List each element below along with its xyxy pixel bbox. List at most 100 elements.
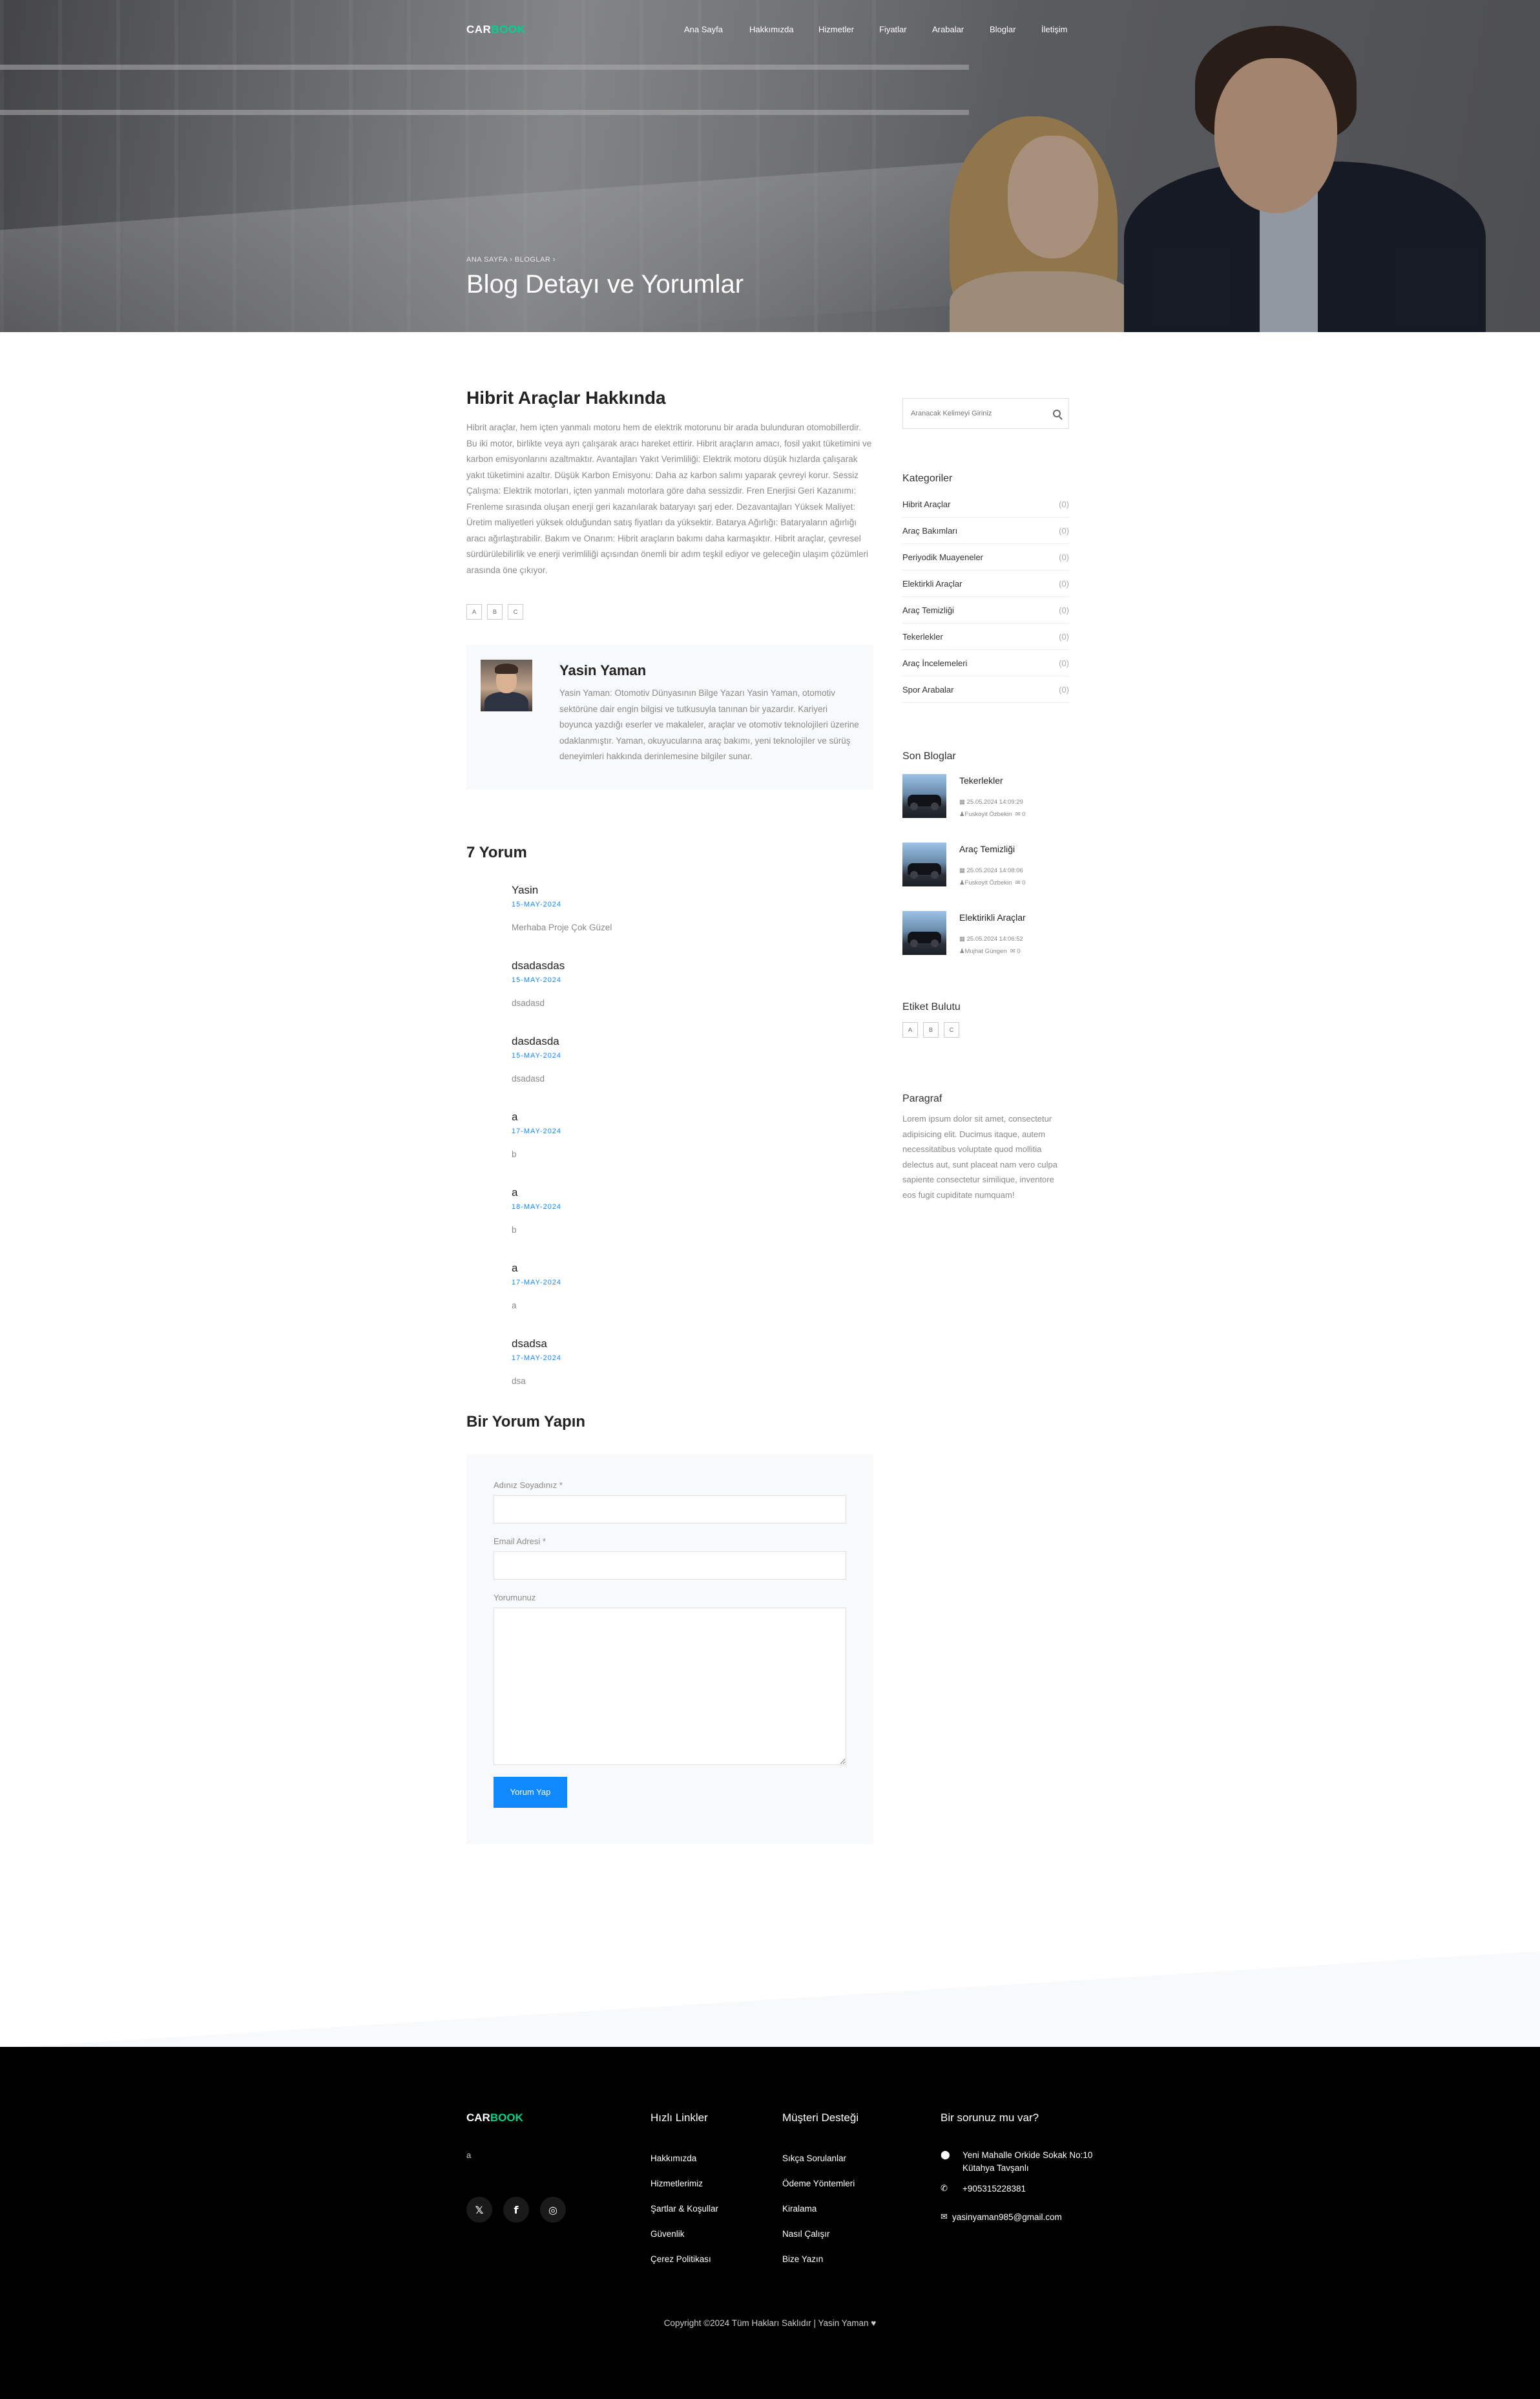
brand-logo[interactable]: CARBOOK bbox=[466, 23, 525, 36]
nav-item-services[interactable]: Hizmetler bbox=[818, 25, 854, 34]
recent-blog-info: Araç Temizliği ▦ 25.05.2024 14:08:06 ♟Fu… bbox=[959, 843, 1026, 892]
recent-blog-info: Tekerlekler ▦ 25.05.2024 14:09:29 ♟Fusko… bbox=[959, 774, 1026, 823]
nav-item-pricing[interactable]: Fiyatlar bbox=[879, 25, 907, 34]
category-label: Araç Bakımları bbox=[902, 525, 958, 536]
footer-phone[interactable]: +905315228381 bbox=[962, 2183, 1026, 2195]
email-field[interactable] bbox=[494, 1551, 846, 1580]
nav-item-blogs[interactable]: Bloglar bbox=[990, 25, 1015, 34]
name-field[interactable] bbox=[494, 1494, 846, 1524]
category-item[interactable]: Hibrit Araçlar (0) bbox=[902, 491, 1069, 518]
tag-cloud-item[interactable]: B bbox=[923, 1022, 939, 1038]
category-count: (0) bbox=[1059, 658, 1069, 668]
category-item[interactable]: Periyodik Muayeneler (0) bbox=[902, 544, 1069, 571]
hero-banner bbox=[0, 0, 1540, 332]
category-item[interactable]: Spor Arabalar (0) bbox=[902, 676, 1069, 703]
recent-blog-thumbnail[interactable] bbox=[902, 911, 946, 955]
footer-link-services[interactable]: Hizmetlerimiz bbox=[650, 2179, 703, 2188]
nav-item-about[interactable]: Hakkımızda bbox=[749, 25, 794, 34]
breadcrumb: ANA SAYFA › BLOGLAR › bbox=[466, 256, 556, 264]
category-label: Elektirkli Araçlar bbox=[902, 578, 962, 589]
footer-about-text: a bbox=[466, 2150, 472, 2160]
footer: CARBOOK a 𝕏 f ◎ Hızlı Linkler Hakkımızda… bbox=[0, 2047, 1540, 2399]
recent-blog-comments: 0 bbox=[1017, 948, 1021, 955]
recent-blog-meta: ♟Fuskoyit Özbekin ✉ 0 bbox=[959, 811, 1026, 818]
recent-blog-list: Tekerlekler ▦ 25.05.2024 14:09:29 ♟Fusko… bbox=[902, 774, 1069, 960]
post-tag[interactable]: B bbox=[487, 604, 503, 620]
recent-blog-thumbnail[interactable] bbox=[902, 774, 946, 818]
recent-blog-author: Mujhat Güngen bbox=[964, 948, 1007, 955]
copyright: Copyright ©2024 Tüm Hakları Saklıdır | Y… bbox=[663, 2318, 877, 2328]
recent-blog-date-text: 25.05.2024 14:08:06 bbox=[966, 867, 1023, 874]
recent-blog-author: Fuskoyit Özbekin bbox=[964, 811, 1012, 818]
calendar-icon: ▦ bbox=[959, 936, 967, 943]
comment-author: dsadasdas bbox=[512, 959, 565, 972]
footer-link-how-it-works[interactable]: Nasıl Çalışır bbox=[782, 2229, 830, 2239]
recent-blog-thumbnail[interactable] bbox=[902, 843, 946, 886]
comment-list: Yasin 15-MAY-2024 Merhaba Proje Çok Güze… bbox=[466, 884, 873, 1386]
twitter-icon[interactable]: 𝕏 bbox=[466, 2197, 492, 2223]
category-count: (0) bbox=[1059, 605, 1069, 615]
post-tag[interactable]: C bbox=[508, 604, 523, 620]
category-item[interactable]: Araç Temizliği (0) bbox=[902, 597, 1069, 623]
thumbnail-wheel bbox=[910, 871, 918, 879]
recent-blog-item[interactable]: Elektirikli Araçlar ▦ 25.05.2024 14:06:5… bbox=[902, 911, 1069, 960]
contact-title: Bir sorunuz mu var? bbox=[941, 2111, 1039, 2124]
comment-item: dsadsa 17-MAY-2024 dsa bbox=[512, 1337, 873, 1386]
support-title: Müşteri Desteği bbox=[782, 2111, 859, 2124]
hero-overlay bbox=[0, 0, 1540, 332]
category-item[interactable]: Elektirkli Araçlar (0) bbox=[902, 571, 1069, 597]
recent-blog-title[interactable]: Araç Temizliği bbox=[959, 844, 1026, 854]
nav-item-contact[interactable]: İletişim bbox=[1041, 25, 1067, 34]
comment-author: a bbox=[512, 1261, 518, 1274]
category-item[interactable]: Araç İncelemeleri (0) bbox=[902, 650, 1069, 676]
recent-blog-comments: 0 bbox=[1022, 879, 1026, 886]
category-label: Periyodik Muayeneler bbox=[902, 552, 984, 562]
submit-comment-button[interactable]: Yorum Yap bbox=[494, 1776, 567, 1808]
footer-link-cookies[interactable]: Çerez Politikası bbox=[650, 2254, 711, 2264]
tag-cloud-item[interactable]: C bbox=[944, 1022, 959, 1038]
footer-link-about[interactable]: Hakkımızda bbox=[650, 2153, 696, 2163]
categories-title: Kategoriler bbox=[902, 473, 953, 484]
recent-blog-info: Elektirikli Araçlar ▦ 25.05.2024 14:06:5… bbox=[959, 911, 1026, 960]
comment-field[interactable] bbox=[494, 1607, 846, 1765]
name-field-label: Adınız Soyadınız * bbox=[494, 1480, 563, 1490]
comment-item: a 17-MAY-2024 a bbox=[512, 1262, 873, 1310]
instagram-icon[interactable]: ◎ bbox=[540, 2197, 566, 2223]
footer-link-rental[interactable]: Kiralama bbox=[782, 2204, 817, 2214]
category-count: (0) bbox=[1059, 684, 1069, 695]
tag-cloud-item[interactable]: A bbox=[902, 1022, 918, 1038]
comment-text: dsa bbox=[512, 1376, 526, 1386]
recent-blog-item[interactable]: Araç Temizliği ▦ 25.05.2024 14:08:06 ♟Fu… bbox=[902, 843, 1069, 892]
comment-date: 15-MAY-2024 bbox=[512, 1051, 562, 1060]
category-list: Hibrit Araçlar (0) Araç Bakımları (0) Peri… bbox=[902, 491, 1069, 703]
footer-logo-part2: BOOK bbox=[490, 2111, 523, 2124]
nav-item-cars[interactable]: Arabalar bbox=[932, 25, 964, 34]
footer-link-faq[interactable]: Sıkça Sorulanlar bbox=[782, 2153, 846, 2163]
footer-link-terms[interactable]: Şartlar & Koşullar bbox=[650, 2204, 718, 2214]
footer-link-payment[interactable]: Ödeme Yöntemleri bbox=[782, 2179, 855, 2188]
category-item[interactable]: Araç Bakımları (0) bbox=[902, 518, 1069, 544]
comment-item: a 17-MAY-2024 b bbox=[512, 1111, 873, 1159]
recent-blog-title[interactable]: Tekerlekler bbox=[959, 775, 1026, 786]
comment-date: 18-MAY-2024 bbox=[512, 1202, 562, 1211]
post-tag[interactable]: A bbox=[466, 604, 482, 620]
search-icon[interactable] bbox=[1053, 410, 1061, 417]
comment-item: a 18-MAY-2024 b bbox=[512, 1186, 873, 1235]
recent-blog-title[interactable]: Elektirikli Araçlar bbox=[959, 912, 1026, 923]
footer-email[interactable]: yasinyaman985@gmail.com bbox=[952, 2211, 1062, 2224]
recent-blog-item[interactable]: Tekerlekler ▦ 25.05.2024 14:09:29 ♟Fusko… bbox=[902, 774, 1069, 823]
footer-link-security[interactable]: Güvenlik bbox=[650, 2229, 685, 2239]
footer-logo-part1: CAR bbox=[466, 2111, 490, 2124]
nav-item-home[interactable]: Ana Sayfa bbox=[684, 25, 723, 34]
search-input[interactable] bbox=[911, 410, 1040, 417]
recent-blog-date: ▦ 25.05.2024 14:06:52 bbox=[959, 936, 1026, 943]
post-body: Hibrit araçlar, hem içten yanmalı motoru… bbox=[466, 423, 872, 575]
recent-blog-date: ▦ 25.05.2024 14:08:06 bbox=[959, 867, 1026, 874]
footer-logo[interactable]: CARBOOK bbox=[466, 2111, 523, 2124]
comment-text: dsadasd bbox=[512, 998, 545, 1008]
comment-date: 15-MAY-2024 bbox=[512, 900, 562, 908]
post-tags: A B C bbox=[466, 604, 873, 620]
category-item[interactable]: Tekerlekler (0) bbox=[902, 623, 1069, 650]
facebook-icon[interactable]: f bbox=[503, 2197, 529, 2223]
footer-link-contact[interactable]: Bize Yazın bbox=[782, 2254, 823, 2264]
